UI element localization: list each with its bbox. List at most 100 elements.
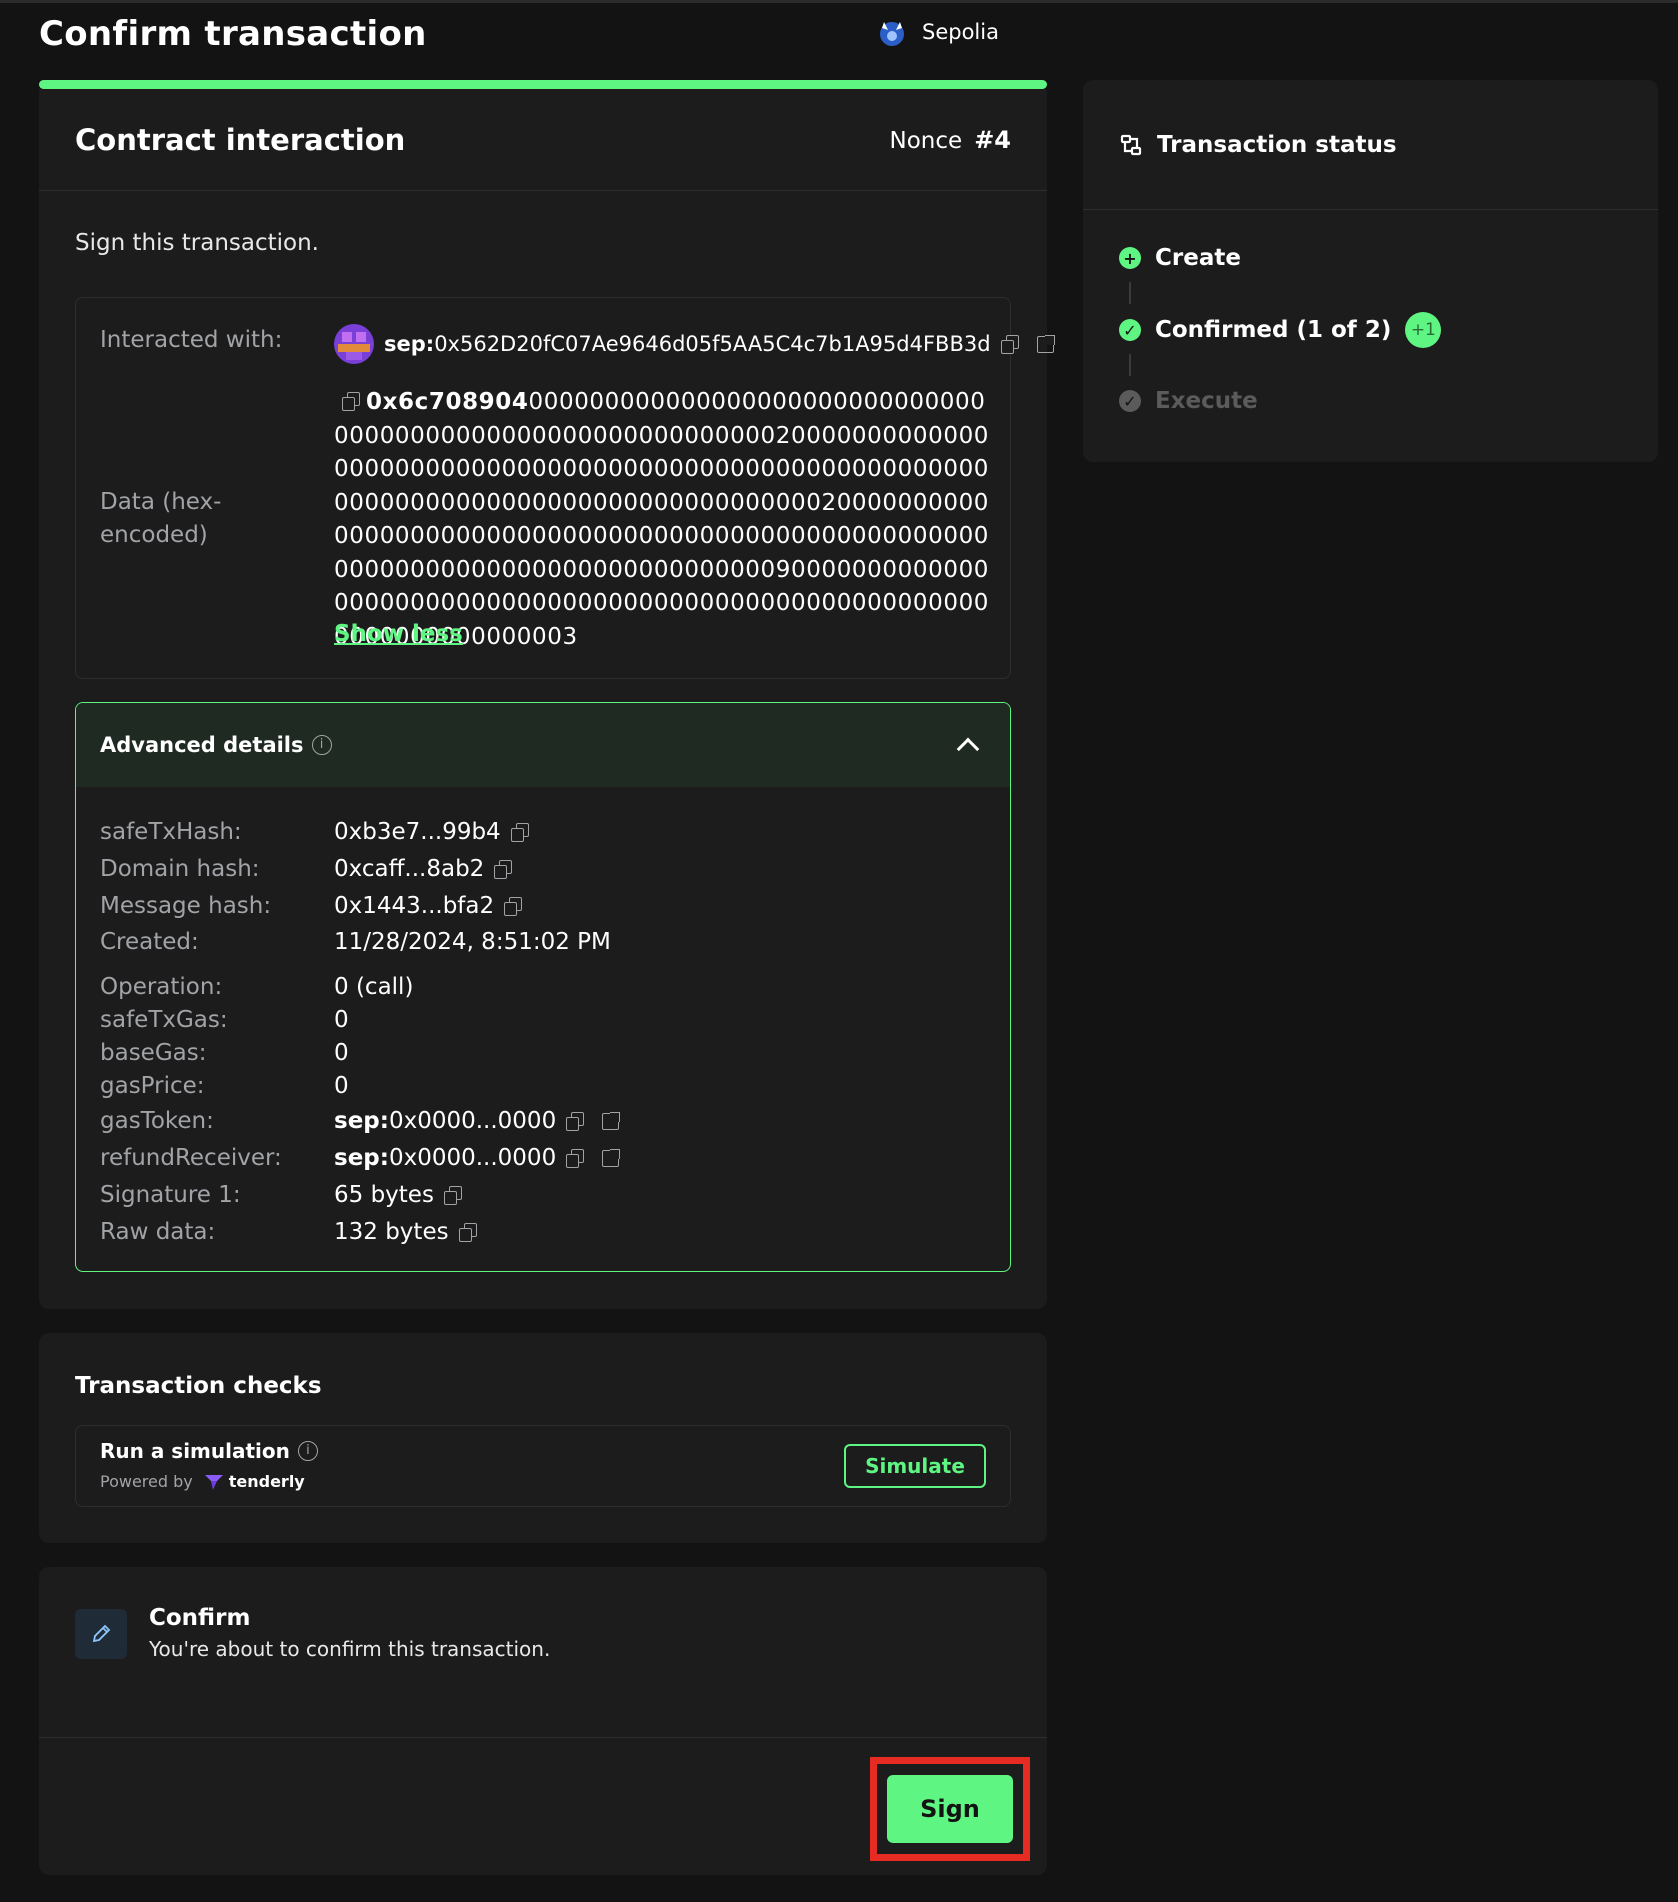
show-less-link[interactable]: Show less	[334, 621, 463, 647]
transaction-card: Contract interaction Nonce #4 Sign this …	[39, 89, 1055, 1309]
status-title: Transaction status	[1157, 131, 1397, 158]
advanced-row: Domain hash: 0xcaff...8ab2	[100, 856, 513, 882]
advanced-row-value: 0	[334, 1040, 349, 1066]
advanced-details-header[interactable]: Advanced details i	[76, 703, 1010, 787]
value-text: 0xcaff...8ab2	[334, 856, 485, 882]
copy-icon[interactable]	[458, 1223, 477, 1242]
copy-icon[interactable]	[566, 1149, 585, 1168]
sepolia-logo-icon	[880, 22, 904, 46]
sign-button[interactable]: Sign	[887, 1775, 1013, 1843]
advanced-row: gasPrice: 0	[100, 1073, 349, 1099]
advanced-row-value: 0 (call)	[334, 974, 413, 1000]
advanced-row-key: safeTxHash:	[100, 819, 242, 845]
status-step-confirmed: ✓ Confirmed (1 of 2) +1	[1119, 312, 1442, 348]
chevron-up-icon[interactable]	[956, 737, 980, 761]
advanced-row-value: sep:0x0000...0000	[334, 1145, 621, 1171]
pencil-icon	[75, 1609, 127, 1659]
transaction-checks-card: Transaction checks Run a simulation i Po…	[39, 1333, 1047, 1543]
advanced-row: safeTxHash: 0xb3e7...99b4	[100, 819, 529, 845]
advanced-details: Advanced details i safeTxHash: 0xb3e7...9…	[75, 702, 1011, 1272]
advanced-row: Operation: 0 (call)	[100, 974, 413, 1000]
external-link-icon[interactable]	[602, 1111, 621, 1130]
advanced-row-key: Message hash:	[100, 893, 272, 919]
address-prefix: sep:	[334, 1108, 389, 1134]
checks-title: Transaction checks	[75, 1373, 322, 1399]
step-label: Create	[1155, 245, 1241, 271]
check-circle-icon: ✓	[1119, 319, 1141, 341]
advanced-row-value: sep:0x0000...0000	[334, 1108, 621, 1134]
external-link-icon[interactable]	[602, 1148, 621, 1167]
simulate-button[interactable]: Simulate	[844, 1444, 986, 1488]
network-name: Sepolia	[922, 20, 999, 44]
simulation-box: Run a simulation i Powered by tenderly S…	[75, 1425, 1011, 1507]
status-step-execute: ✓ Execute	[1119, 388, 1258, 414]
transaction-info-box: Interacted with: sep:0x562D20fC07Ae9646d…	[75, 297, 1055, 679]
copy-icon[interactable]	[1000, 335, 1019, 354]
copy-icon[interactable]	[443, 1186, 462, 1205]
value-text: 11/28/2024, 8:51:02 PM	[334, 929, 611, 955]
instruction-text: Sign this transaction.	[75, 230, 319, 256]
interacted-with-address: sep:0x562D20fC07Ae9646d05f5AA5C4c7b1A95d…	[334, 324, 1055, 364]
copy-icon[interactable]	[342, 391, 360, 411]
info-icon[interactable]: i	[311, 735, 332, 755]
copy-icon[interactable]	[510, 823, 529, 842]
card-header: Contract interaction Nonce #4	[39, 89, 1047, 191]
advanced-row-value: 0	[334, 1073, 349, 1099]
advanced-row: gasToken: sep:0x0000...0000	[100, 1108, 621, 1134]
advanced-row-value: 0x1443...bfa2	[334, 893, 523, 919]
advanced-row: Created: 11/28/2024, 8:51:02 PM	[100, 929, 611, 955]
confirm-title: Confirm	[149, 1605, 251, 1631]
advanced-row-value: 65 bytes	[334, 1182, 462, 1208]
nonce: Nonce #4	[890, 126, 1011, 154]
step-connector	[1129, 354, 1131, 376]
copy-icon[interactable]	[566, 1112, 585, 1131]
address-prefix: sep:	[384, 332, 435, 356]
page-title: Confirm transaction	[39, 14, 427, 54]
step-connector	[1129, 282, 1131, 304]
advanced-row-key: gasToken:	[100, 1108, 214, 1134]
status-icon	[1120, 134, 1142, 155]
step-label: Execute	[1155, 388, 1258, 414]
value-text: 0x1443...bfa2	[334, 893, 495, 919]
hex-data: 0x6c708904000000000000000000000000000000…	[334, 386, 994, 654]
advanced-row-key: gasPrice:	[100, 1073, 205, 1099]
advanced-row-value: 132 bytes	[334, 1219, 477, 1245]
external-link-icon[interactable]	[1036, 334, 1055, 353]
advanced-row-value: 11/28/2024, 8:51:02 PM	[334, 929, 611, 955]
confirmations-badge[interactable]: +1	[1405, 312, 1442, 348]
tenderly-logo: tenderly	[203, 1472, 305, 1491]
data-selector: 0x6c708904	[366, 389, 529, 415]
advanced-details-title: Advanced details	[100, 733, 304, 757]
step-label: Confirmed (1 of 2)	[1155, 317, 1392, 343]
copy-icon[interactable]	[504, 897, 523, 916]
network-indicator[interactable]: Sepolia	[876, 16, 999, 48]
data-rest: 0000000000000000000000000000000000000000…	[334, 389, 990, 650]
advanced-row-key: Raw data:	[100, 1219, 216, 1245]
value-text: 0	[334, 1040, 349, 1066]
tenderly-icon	[204, 1474, 223, 1490]
copy-icon[interactable]	[494, 860, 513, 879]
address-avatar	[334, 324, 374, 364]
advanced-row-key: Operation:	[100, 974, 223, 1000]
value-text: 0	[334, 1073, 349, 1099]
value-text: 0 (call)	[334, 974, 414, 1000]
data-label: Data (hex-encoded)	[100, 489, 222, 548]
check-circle-icon: ✓	[1119, 390, 1141, 412]
advanced-row-value: 0	[334, 1007, 349, 1033]
advanced-row-value: 0xcaff...8ab2	[334, 856, 513, 882]
top-border	[0, 0, 1678, 3]
sign-highlight: Sign	[870, 1757, 1030, 1861]
advanced-row: Raw data: 132 bytes	[100, 1219, 477, 1245]
advanced-row-key: Domain hash:	[100, 856, 260, 882]
value-text: 0xb3e7...99b4	[334, 819, 501, 845]
address-value: 0x562D20fC07Ae9646d05f5AA5C4c7b1A95d4FBB…	[434, 332, 991, 356]
info-icon[interactable]: i	[297, 1441, 318, 1461]
confirm-subtitle: You're about to confirm this transaction…	[149, 1637, 551, 1661]
powered-by-label: Powered by	[100, 1472, 193, 1491]
advanced-row: safeTxGas: 0	[100, 1007, 349, 1033]
address-prefix: sep:	[334, 1145, 389, 1171]
advanced-row: refundReceiver: sep:0x0000...0000	[100, 1145, 621, 1171]
advanced-row-key: baseGas:	[100, 1040, 207, 1066]
plus-circle-icon: +	[1119, 247, 1141, 269]
transaction-type: Contract interaction	[75, 122, 406, 157]
